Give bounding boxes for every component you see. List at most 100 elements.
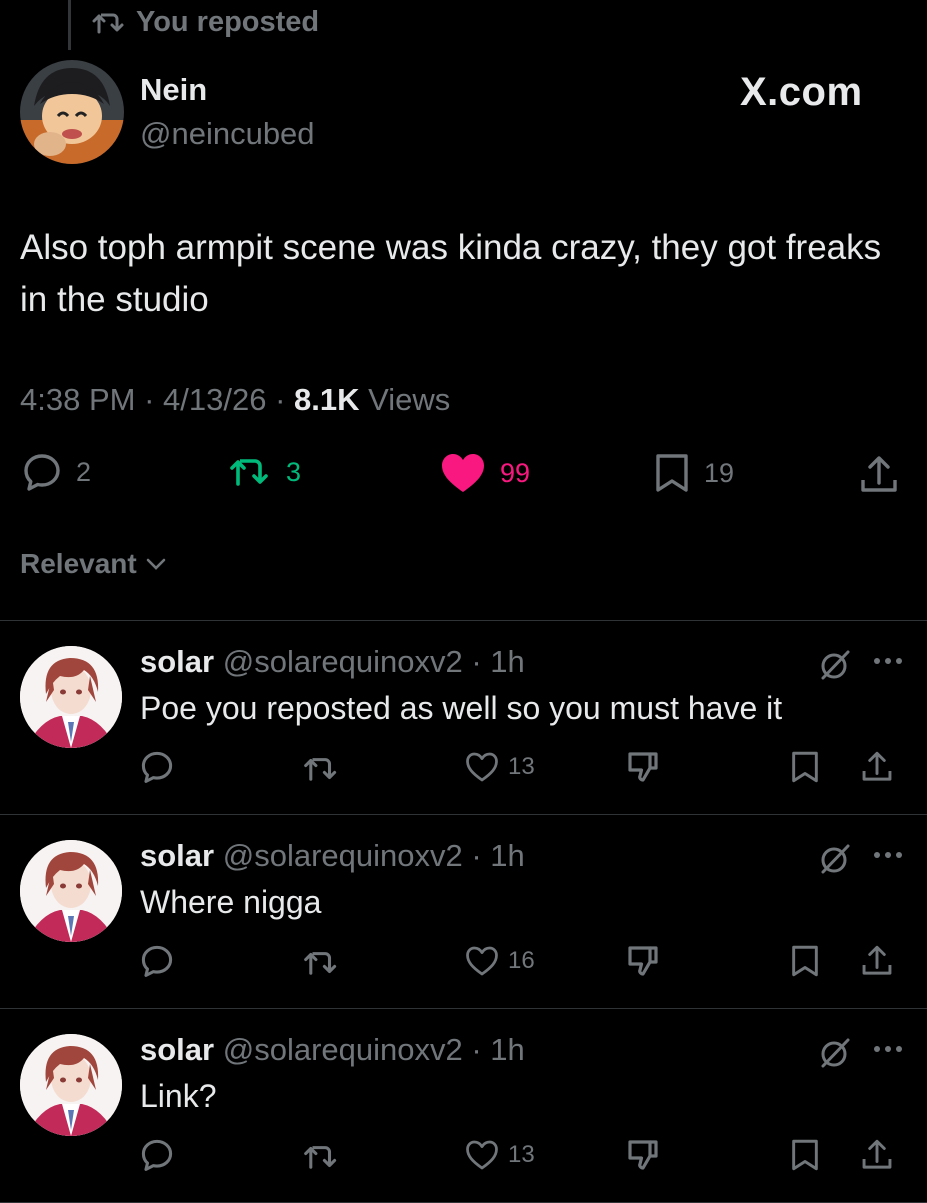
post-text: Also toph armpit scene was kinda crazy, … [20,228,882,319]
sort-dropdown[interactable]: Relevant [20,548,167,580]
reply-comment-button[interactable] [140,750,174,784]
repost-icon [92,10,126,36]
reply-dislike-button[interactable] [626,750,660,784]
reply-share-button[interactable] [860,944,894,978]
share-icon [860,1138,894,1172]
reply-bookmark-button[interactable] [790,1138,820,1172]
reply-bookmark-button[interactable] [790,750,820,784]
share-icon [860,750,894,784]
like-button[interactable]: 99 [440,452,530,494]
reply-author-name[interactable]: solar [140,644,214,679]
reply-share-button[interactable] [860,750,894,784]
repost-count: 3 [286,456,302,487]
grok-icon[interactable] [818,648,852,682]
heart-icon [464,751,500,783]
reply-comment-button[interactable] [140,1138,174,1172]
share-icon [858,454,900,496]
reply-header: solar @solarequinoxv2 · 1h [140,838,525,874]
share-icon [860,944,894,978]
reply-text: Where nigga [140,884,322,920]
reply-author-handle[interactable]: @solarequinoxv2 [223,644,463,679]
more-options-icon[interactable] [873,1044,903,1054]
chevron-down-icon [145,556,167,572]
views-label: Views [368,382,451,417]
comment-icon [140,944,174,978]
repost-icon [302,752,340,786]
more-options-icon[interactable] [873,850,903,860]
like-count: 99 [500,457,531,488]
repost-icon [302,1140,340,1174]
heart-icon [464,1139,500,1171]
bookmark-count: 19 [704,457,735,488]
bookmark-icon [790,944,820,978]
sort-label: Relevant [20,548,137,579]
avatar[interactable] [20,1034,122,1136]
reply-author-handle[interactable]: @solarequinoxv2 [223,1032,463,1067]
avatar[interactable] [20,60,124,164]
bookmark-icon [654,452,690,494]
reply-author-name[interactable]: solar [140,838,214,873]
repost-icon [302,946,340,980]
avatar[interactable] [20,840,122,942]
bookmark-icon [790,750,820,784]
thumbs-down-icon [626,1138,660,1172]
reply-like-count: 13 [508,1141,535,1168]
post-time: 4:38 PM [20,382,136,417]
reply-dislike-button[interactable] [626,1138,660,1172]
reply-time: 1h [490,1032,525,1067]
repost-banner-text: You reposted [136,6,320,38]
reply-text: Link? [140,1078,217,1114]
reply-repost-button[interactable] [302,752,340,786]
post-meta: 4:38 PM · 4/13/26 · 8.1K Views [20,382,451,417]
divider [0,620,927,621]
grok-icon[interactable] [818,842,852,876]
views-count: 8.1K [294,382,360,417]
repost-icon [228,452,272,492]
reply-share-button[interactable] [860,1138,894,1172]
reply-author-handle[interactable]: @solarequinoxv2 [223,838,463,873]
reply-count: 2 [76,456,92,487]
reply-like-count: 13 [508,753,535,780]
bookmark-button[interactable]: 19 [654,452,734,494]
grok-icon[interactable] [818,1036,852,1070]
reply-like-count: 16 [508,947,535,974]
comment-icon [22,452,62,492]
comment-icon [140,750,174,784]
reply-separator: · [462,838,491,873]
reply-text: Poe you reposted as well so you must hav… [140,690,783,726]
reply-time: 1h [490,838,525,873]
reply-like-button[interactable]: 13 [464,751,535,783]
divider [0,1008,927,1009]
reply-dislike-button[interactable] [626,944,660,978]
reply-time: 1h [490,644,525,679]
author-handle[interactable]: @neincubed [140,116,315,152]
thumbs-down-icon [626,750,660,784]
reply-header: solar @solarequinoxv2 · 1h [140,1032,525,1068]
more-options-icon[interactable] [873,656,903,666]
brand-watermark: X.com [740,70,863,114]
reply-like-button[interactable]: 16 [464,945,535,977]
reply-like-button[interactable]: 13 [464,1139,535,1171]
repost-button[interactable]: 3 [228,452,301,492]
comment-icon [140,1138,174,1172]
reply-separator: · [462,644,491,679]
reply-header: solar @solarequinoxv2 · 1h [140,644,525,680]
reply-repost-button[interactable] [302,1140,340,1174]
reply-comment-button[interactable] [140,944,174,978]
thumbs-down-icon [626,944,660,978]
reply-bookmark-button[interactable] [790,944,820,978]
reply-separator: · [462,1032,491,1067]
divider [0,814,927,815]
author-name[interactable]: Nein [140,72,207,108]
thread-line [68,0,71,50]
bookmark-icon [790,1138,820,1172]
reply-repost-button[interactable] [302,946,340,980]
post-date: 4/13/26 [163,382,267,417]
reply-author-name[interactable]: solar [140,1032,214,1067]
repost-banner[interactable]: You reposted [92,6,319,39]
avatar[interactable] [20,646,122,748]
reply-button[interactable]: 2 [22,452,91,492]
heart-icon [464,945,500,977]
heart-filled-icon [440,452,486,494]
share-button[interactable] [858,454,900,496]
